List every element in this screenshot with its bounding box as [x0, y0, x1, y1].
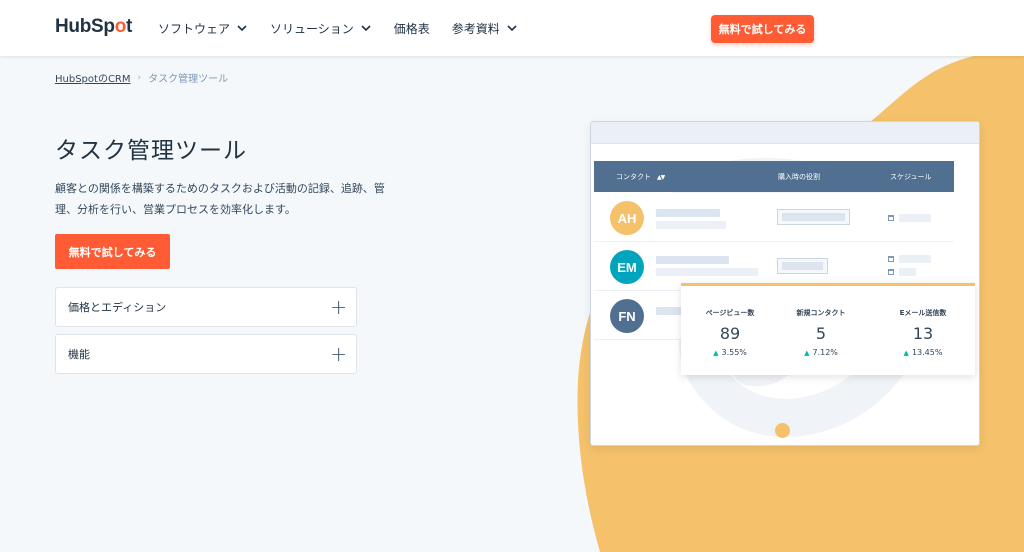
avatar: FN [610, 299, 644, 333]
placeholder-field [777, 209, 850, 225]
breadcrumb: HubSpotのCRM › タスク管理ツール [55, 70, 229, 86]
top-navigation: HubSpot ソフトウェア ソリューション 価格表 参考資料 無料で試してみる [0, 0, 1024, 56]
placeholder-bar [656, 256, 729, 264]
trend-up-icon: ▲ [804, 349, 810, 357]
hubspot-logo[interactable]: HubSpot [55, 16, 132, 38]
trend-up-icon: ▲ [713, 349, 719, 357]
nav-item-software[interactable]: ソフトウェア [158, 20, 248, 37]
table-header: コンタクト ▲▼ 購入時の役割 スケジュール [594, 161, 954, 192]
free-trial-button[interactable]: 無料で試してみる [55, 234, 170, 269]
table-row: AH [594, 193, 954, 242]
placeholder-bar [899, 268, 916, 276]
nav-item-pricing[interactable]: 価格表 [394, 20, 430, 37]
avatar: AH [610, 201, 644, 235]
breadcrumb-link-crm[interactable]: HubSpotのCRM [55, 70, 131, 85]
stat-new-contacts: 新規コンタクト 5 ▲ 7.12% [796, 309, 846, 357]
placeholder-bar [656, 221, 726, 229]
column-header-contact[interactable]: コンタクト ▲▼ [616, 172, 665, 182]
free-trial-button-header[interactable]: 無料で試してみる [711, 15, 814, 43]
accordion-pricing-editions[interactable]: 価格とエディション + [55, 287, 357, 327]
plus-icon: + [330, 342, 347, 366]
accordion-label: 機能 [68, 348, 90, 361]
calendar-icon [888, 269, 894, 275]
placeholder-field [777, 258, 828, 274]
placeholder-bar [656, 209, 720, 217]
nav-item-solutions[interactable]: ソリューション [270, 20, 372, 37]
breadcrumb-current: タスク管理ツール [148, 74, 229, 85]
stats-card: ページビュー数 89 ▲ 3.55% 新規コンタクト 5 ▲ 7.12% Eメール送… [681, 283, 975, 375]
main-nav: ソフトウェア ソリューション 価格表 参考資料 [158, 0, 518, 56]
trend-up-icon: ▲ [903, 349, 909, 357]
decorative-dot [775, 423, 790, 438]
calendar-icon [888, 215, 894, 221]
hero-description: 顧客との関係を構築するためのタスクおよび活動の記録、追跡、管理、分析を行い、営業… [55, 182, 385, 216]
placeholder-bar [899, 214, 931, 222]
placeholder-bar [899, 255, 931, 263]
chevron-down-icon [507, 25, 517, 32]
column-header-schedule: スケジュール [890, 173, 932, 181]
nav-item-resources[interactable]: 参考資料 [452, 20, 518, 37]
window-bar [591, 122, 979, 144]
page-title: タスク管理ツール [55, 138, 247, 164]
accordion-features[interactable]: 機能 + [55, 334, 357, 374]
column-header-role: 購入時の役割 [778, 173, 820, 181]
accordion-label: 価格とエディション [68, 301, 167, 314]
calendar-icon [888, 256, 894, 262]
avatar: EM [610, 250, 644, 284]
sort-icon: ▲▼ [657, 174, 665, 181]
chevron-down-icon [237, 25, 247, 32]
stat-pageviews: ページビュー数 89 ▲ 3.55% [705, 309, 755, 357]
chevron-down-icon [361, 25, 371, 32]
plus-icon: + [330, 295, 347, 319]
chevron-right-icon: › [137, 72, 142, 83]
stat-emails-sent: Eメール送信数 13 ▲ 13.45% [899, 309, 947, 357]
placeholder-bar [656, 268, 758, 276]
